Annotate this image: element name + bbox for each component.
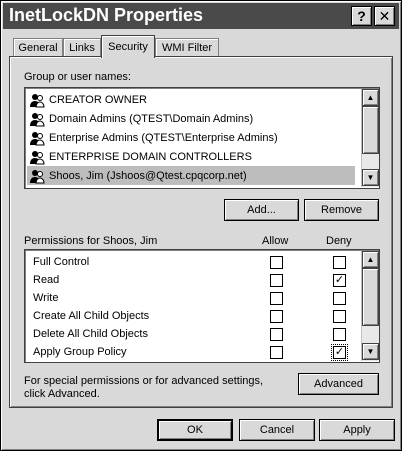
deny-checkbox[interactable]: ✓ — [331, 343, 348, 361]
tab-general-label: General — [18, 42, 58, 54]
user-group-icon — [29, 130, 45, 146]
permissions-listbox[interactable]: Full Control Read ✓ Write Create All Child O… — [24, 249, 380, 363]
deny-checkbox[interactable] — [333, 327, 346, 341]
list-item[interactable]: Shoos, Jim (Jshoos@Qtest.cpqcorp.net) — [27, 166, 355, 185]
tab-links-label: Links — [69, 42, 95, 54]
user-group-icon — [29, 111, 45, 127]
title-bar: InetLockDN Properties ? ✕ — [3, 3, 399, 29]
user-group-icon — [29, 149, 45, 165]
allow-checkbox[interactable] — [270, 291, 283, 305]
help-icon: ? — [357, 8, 366, 24]
tab-security-label: Security — [108, 41, 148, 53]
permission-name: Read — [33, 274, 60, 286]
advanced-note-line2: click Advanced. — [24, 388, 100, 400]
group-list-scrollbar[interactable]: ▲ ▼ — [361, 89, 379, 187]
permission-name: Create All Child Objects — [33, 310, 150, 322]
help-button[interactable]: ? — [351, 6, 372, 26]
close-button[interactable]: ✕ — [374, 6, 395, 26]
permission-row: Full Control — [27, 253, 357, 271]
allow-checkbox[interactable] — [270, 255, 283, 269]
cancel-button-label: Cancel — [259, 424, 295, 436]
scrollbar-thumb[interactable] — [362, 268, 379, 326]
scroll-down-arrow-icon[interactable]: ▼ — [362, 343, 379, 360]
deny-checkbox[interactable] — [333, 291, 346, 305]
tab-wmi-filter[interactable]: WMI Filter — [155, 38, 219, 57]
allow-checkbox[interactable] — [270, 273, 283, 287]
advanced-note-line1: For special permissions or for advanced … — [24, 375, 264, 387]
list-item-label: Enterprise Admins (QTEST\Enterprise Admi… — [49, 131, 278, 144]
ok-button-label: OK — [187, 424, 203, 436]
list-item[interactable]: Enterprise Admins (QTEST\Enterprise Admi… — [27, 128, 355, 147]
security-tab-panel: Group or user names: CREATOR OWNER Domain… — [9, 56, 393, 408]
list-item[interactable]: Domain Admins (QTEST\Domain Admins) — [27, 109, 355, 128]
scroll-up-arrow-icon[interactable]: ▲ — [362, 251, 379, 268]
allow-column-header: Allow — [262, 235, 289, 247]
tab-links[interactable]: Links — [63, 38, 101, 57]
properties-dialog: InetLockDN Properties ? ✕ General Links … — [0, 0, 402, 451]
deny-checkbox[interactable] — [333, 255, 346, 269]
deny-column-header: Deny — [326, 235, 352, 247]
scroll-up-arrow-icon[interactable]: ▲ — [362, 89, 379, 106]
user-group-icon — [29, 187, 45, 189]
advanced-button[interactable]: Advanced — [298, 373, 379, 395]
permission-row: Create All Child Objects — [27, 307, 357, 325]
permission-name: Full Control — [33, 256, 90, 268]
list-item-label: SYSTEM — [49, 189, 94, 190]
permission-name: Apply Group Policy — [33, 346, 127, 358]
permission-row: Apply Group Policy ✓ — [27, 343, 357, 361]
scroll-down-arrow-icon[interactable]: ▼ — [362, 169, 379, 186]
tab-wmi-filter-label: WMI Filter — [161, 42, 213, 54]
close-icon: ✕ — [378, 7, 391, 24]
list-item[interactable]: SYSTEM — [27, 185, 355, 190]
deny-checkbox[interactable] — [333, 309, 346, 323]
user-group-icon — [29, 92, 45, 108]
allow-checkbox[interactable] — [270, 309, 283, 323]
list-item[interactable]: CREATOR OWNER — [27, 90, 355, 109]
apply-button[interactable]: Apply — [319, 419, 395, 441]
add-button[interactable]: Add... — [224, 199, 299, 221]
remove-button[interactable]: Remove — [304, 199, 379, 221]
list-item-label: Domain Admins (QTEST\Domain Admins) — [49, 112, 254, 125]
permission-row: Delete All Child Objects — [27, 325, 357, 343]
group-list-label: Group or user names: — [24, 71, 131, 83]
permission-name: Delete All Child Objects — [33, 328, 148, 340]
tab-general[interactable]: General — [13, 38, 63, 57]
allow-checkbox[interactable] — [270, 327, 283, 341]
group-user-listbox[interactable]: CREATOR OWNER Domain Admins (QTEST\Domain… — [24, 87, 380, 189]
allow-checkbox[interactable] — [270, 345, 283, 359]
deny-checkbox[interactable]: ✓ — [333, 273, 346, 287]
user-group-icon — [29, 168, 45, 184]
cancel-button[interactable]: Cancel — [239, 419, 315, 441]
permissions-scrollbar[interactable]: ▲ ▼ — [361, 251, 379, 361]
apply-button-label: Apply — [343, 424, 371, 436]
list-item-label: ENTERPRISE DOMAIN CONTROLLERS — [49, 150, 252, 163]
permissions-label: Permissions for Shoos, Jim — [24, 235, 158, 247]
list-item-label: Shoos, Jim (Jshoos@Qtest.cpqcorp.net) — [49, 169, 247, 182]
remove-button-label: Remove — [321, 204, 362, 216]
advanced-button-label: Advanced — [314, 378, 363, 390]
window-title: InetLockDN Properties — [9, 5, 204, 25]
list-item-label: CREATOR OWNER — [49, 93, 147, 106]
permission-name: Write — [33, 292, 59, 304]
tab-security[interactable]: Security — [101, 35, 155, 58]
scrollbar-thumb[interactable] — [362, 106, 379, 154]
list-item[interactable]: ENTERPRISE DOMAIN CONTROLLERS — [27, 147, 355, 166]
add-button-label: Add... — [247, 204, 276, 216]
permission-row: Write — [27, 289, 357, 307]
permission-row: Read ✓ — [27, 271, 357, 289]
ok-button[interactable]: OK — [157, 419, 233, 441]
